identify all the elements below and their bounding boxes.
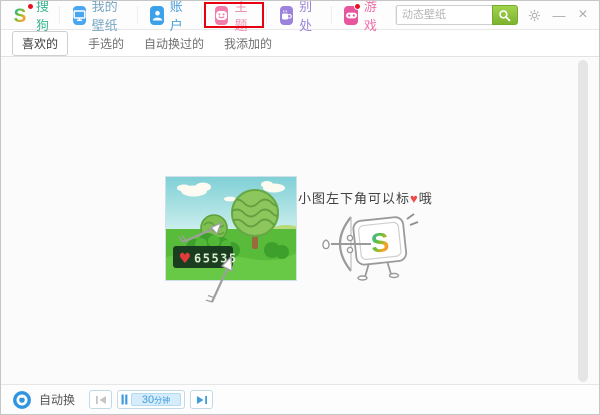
subtab-liked[interactable]: 喜欢的 bbox=[12, 31, 68, 56]
hint-text: 小图左下角可以标♥哦 bbox=[298, 188, 433, 207]
main-area: ♥ 65535 小图左下角可以标♥哦 bbox=[1, 56, 599, 384]
tab-games[interactable]: 游戏 bbox=[331, 1, 395, 30]
notification-dot bbox=[27, 3, 34, 10]
subtab-hand-picked[interactable]: 手选的 bbox=[88, 35, 124, 52]
next-wallpaper-button[interactable] bbox=[190, 390, 213, 409]
interval-value: 30 bbox=[142, 394, 154, 406]
theme-face-icon bbox=[215, 6, 229, 25]
person-icon bbox=[150, 6, 164, 25]
tab-label: 我的壁纸 bbox=[92, 0, 124, 34]
search-button[interactable] bbox=[492, 5, 518, 25]
notification-dot bbox=[354, 3, 361, 10]
subtab-auto-changed[interactable]: 自动换过的 bbox=[144, 35, 204, 52]
hint-prefix: 小图左下角可以标 bbox=[298, 191, 410, 206]
search-input[interactable] bbox=[396, 5, 492, 25]
tab-label: 主题 bbox=[234, 0, 253, 34]
close-button[interactable]: × bbox=[576, 8, 590, 22]
magnifier-icon bbox=[498, 9, 511, 22]
svg-text:♥: ♥ bbox=[179, 251, 192, 267]
cupid-monitor-doodle: S bbox=[319, 211, 419, 283]
tab-my-wallpapers[interactable]: 我的壁纸 bbox=[60, 1, 137, 30]
pause-icon bbox=[121, 394, 128, 405]
sogou-s-icon: S bbox=[9, 4, 31, 26]
window-controls: — × bbox=[528, 8, 590, 22]
hint-suffix: 哦 bbox=[419, 191, 433, 206]
search-box bbox=[396, 5, 518, 25]
previous-wallpaper-button[interactable] bbox=[89, 390, 112, 409]
settings-gear-icon[interactable] bbox=[528, 8, 542, 22]
tab-label: 游戏 bbox=[364, 0, 383, 34]
interval-progress-bar: 30分钟 bbox=[131, 393, 181, 406]
doodle-arrow-icon bbox=[203, 255, 239, 307]
logo-label: 搜狗 bbox=[36, 0, 49, 34]
tab-account[interactable]: 账户 bbox=[137, 1, 201, 30]
doodle-arrow-icon bbox=[177, 220, 223, 246]
tab-theme[interactable]: 主题 bbox=[202, 1, 266, 30]
gamepad-icon bbox=[344, 6, 358, 25]
skip-next-icon bbox=[196, 395, 208, 405]
sogou-logo[interactable]: S 搜狗 bbox=[1, 0, 59, 34]
playback-bar: 自动换 30分钟 bbox=[1, 384, 599, 414]
top-tab-bar: S 搜狗 我的壁纸 bbox=[1, 1, 599, 30]
auto-change-icon bbox=[12, 390, 32, 410]
auto-change-label: 自动换 bbox=[39, 391, 75, 408]
scrollbar[interactable] bbox=[578, 60, 588, 382]
svg-text:S: S bbox=[369, 227, 390, 259]
coffee-cup-icon bbox=[280, 6, 294, 25]
auto-change-toggle[interactable]: 自动换 bbox=[12, 390, 75, 410]
monitor-icon bbox=[73, 6, 86, 25]
subtab-my-added[interactable]: 我添加的 bbox=[224, 35, 272, 52]
tab-label: 账户 bbox=[170, 0, 189, 34]
heart-icon: ♥ bbox=[410, 191, 419, 206]
interval-unit: 分钟 bbox=[154, 395, 170, 406]
tab-elsewhere[interactable]: 别处 bbox=[267, 1, 331, 30]
minimize-button[interactable]: — bbox=[552, 8, 566, 22]
tab-label: 别处 bbox=[299, 0, 318, 34]
svg-text:S: S bbox=[14, 6, 27, 26]
skip-previous-icon bbox=[95, 395, 107, 405]
app-window: S 搜狗 我的壁纸 bbox=[0, 0, 600, 415]
interval-control[interactable]: 30分钟 bbox=[117, 390, 185, 409]
